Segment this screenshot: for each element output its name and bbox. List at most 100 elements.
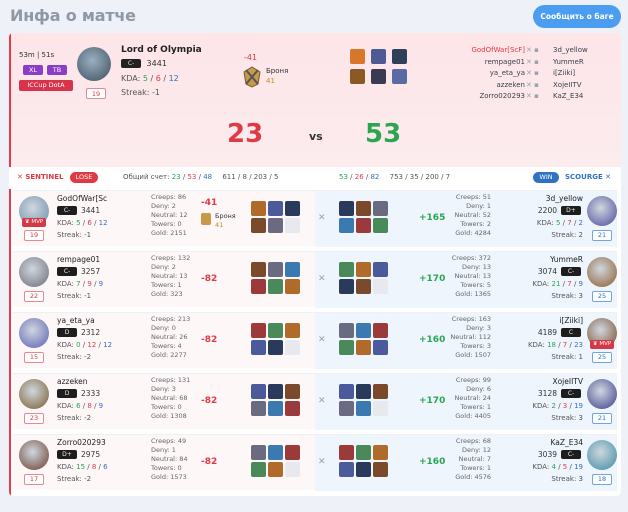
player-name[interactable]: KaZ_E34 <box>503 438 583 447</box>
item-icon <box>339 462 354 477</box>
player-link[interactable]: XojeIITV <box>553 80 619 92</box>
item-icon <box>251 201 266 216</box>
stat-line: Towers: 3 <box>460 342 491 350</box>
player-link[interactable]: ya_eta_ya <box>429 68 525 80</box>
item-icon <box>339 401 354 416</box>
swords-icon: ✕ <box>318 396 326 406</box>
player-name[interactable]: azzeken <box>57 377 88 386</box>
player-name[interactable]: ya_eta_ya <box>57 316 95 325</box>
stat-line: Gold: 2277 <box>151 351 187 359</box>
streak: Streak: -2 <box>57 414 92 422</box>
report-bug-button[interactable]: Сообщить о баге <box>533 5 621 28</box>
item-icon <box>339 279 354 294</box>
rank-badge: C- <box>57 267 77 276</box>
kda: KDA: 7 / 9 / 9 <box>57 280 104 288</box>
table-row: 22 rempage01 C- 3257 KDA: 7 / 9 / 9 Streak: -… <box>13 251 617 308</box>
armor-icon <box>242 66 262 88</box>
item-icon <box>373 401 388 416</box>
player-name[interactable]: 3d_yellow <box>503 194 583 203</box>
item-icon <box>356 279 371 294</box>
rating: 3257 <box>81 267 101 276</box>
stat-line: Creeps: 163 <box>451 315 491 323</box>
streak: Streak: -1 <box>121 88 160 97</box>
player-link[interactable]: Zorro020293 <box>429 91 525 103</box>
stat-line: Creeps: 86 <box>151 193 187 201</box>
hero-avatar <box>19 257 49 287</box>
stat-line: Gold: 4284 <box>455 229 491 237</box>
hero-level: 15 <box>24 352 44 363</box>
stat-line: Gold: 2151 <box>151 229 187 237</box>
kda: KDA: 4 / 5 / 19 <box>532 463 583 471</box>
player-name[interactable]: Zorro020293 <box>57 438 106 447</box>
hero-avatar <box>19 379 49 409</box>
league-badge: ICCup DotA <box>19 80 73 91</box>
stat-line: Creeps: 49 <box>151 437 187 445</box>
kda-deaths: 6 <box>155 74 161 83</box>
kda: KDA: 5 / 6 / 12 <box>121 74 179 83</box>
item-icon <box>356 262 371 277</box>
rating: 2200 <box>537 206 557 215</box>
player-name[interactable]: XojeIITV <box>503 377 583 386</box>
item-icon <box>373 279 388 294</box>
item-icon <box>285 401 300 416</box>
player-name[interactable]: GodOfWar[Sc <box>57 194 107 203</box>
player-link[interactable]: KaZ_E34 <box>553 91 619 103</box>
item-icon <box>285 340 300 355</box>
hero-avatar <box>587 196 617 226</box>
item-icon <box>251 262 266 277</box>
streak: Streak: 3 <box>551 475 583 483</box>
stat-line: Neutral: 52 <box>454 211 491 219</box>
armor-value: 41 <box>215 221 224 229</box>
match-time: 53m | 51s <box>19 51 55 59</box>
player-link[interactable]: i[Ziiki] <box>553 68 619 80</box>
stat-line: Deny: 1 <box>466 202 491 210</box>
item-icon <box>268 262 283 277</box>
stat-line: Deny: 0 <box>151 324 176 332</box>
player-link[interactable]: YummeR <box>553 57 619 69</box>
player-name[interactable]: rempage01 <box>57 255 100 264</box>
item-icon <box>356 201 371 216</box>
accent-bar <box>9 33 11 496</box>
rating: 2333 <box>81 389 101 398</box>
kda-label: KDA: <box>121 74 141 83</box>
mvp-badge: ♛ MVP <box>22 218 46 227</box>
sentinel-label: ✕ SENTINEL <box>17 173 64 181</box>
rank-badge: D+ <box>561 206 581 215</box>
item-icon <box>285 218 300 233</box>
win-badge: WIN <box>533 172 559 183</box>
stat-line: Deny: 13 <box>461 263 491 271</box>
stat-line: Towers: 0 <box>151 464 182 472</box>
rank-badge: D <box>57 389 77 398</box>
player-link[interactable]: GodOfWar[ScF] <box>429 45 525 57</box>
item-icon <box>373 384 388 399</box>
player-link[interactable]: rempage01 <box>429 57 525 69</box>
kda: KDA: 15 / 8 / 6 <box>57 463 108 471</box>
item-icon <box>268 340 283 355</box>
player-link[interactable]: azzeken <box>429 80 526 92</box>
item-icon <box>251 462 266 477</box>
swords-icon: ✕ <box>318 274 326 284</box>
table-row: 17 Zorro020293 D+ 2975 KDA: 15 / 8 / 6 Streak… <box>13 434 617 491</box>
item-icon <box>339 201 354 216</box>
stat-line: Deny: 2 <box>151 263 176 271</box>
stat-line: Towers: 0 <box>151 220 182 228</box>
stat-line: Neutral: 24 <box>454 394 491 402</box>
stat-line: Gold: 1308 <box>151 412 187 420</box>
item-icon <box>285 462 300 477</box>
streak: Streak: -2 <box>57 475 92 483</box>
item-icon <box>356 462 371 477</box>
player-name[interactable]: i[Ziiki] <box>503 316 583 325</box>
team-header <box>9 167 621 189</box>
rank-badge: C- <box>561 389 581 398</box>
left-player-list: GodOfWar[ScF] rempage01 ya_eta_ya azzeke… <box>429 45 525 103</box>
kda: KDA: 2 / 3 / 19 <box>532 402 583 410</box>
rating-delta: -82 <box>201 335 218 345</box>
streak: Streak: 3 <box>551 414 583 422</box>
item-icon <box>373 340 388 355</box>
total-score: Общий счет: 23 / 53 / 48 611 / 8 / 203 /… <box>123 173 279 181</box>
player-name[interactable]: YummeR <box>503 255 583 264</box>
player-name[interactable]: Lord of Olympia <box>121 45 202 55</box>
player-link[interactable]: 3d_yellow <box>553 45 619 57</box>
item-icon <box>392 69 407 84</box>
match-card: 53m | 51s XL TB ICCup DotA 19 Lord of Ol… <box>9 33 621 496</box>
